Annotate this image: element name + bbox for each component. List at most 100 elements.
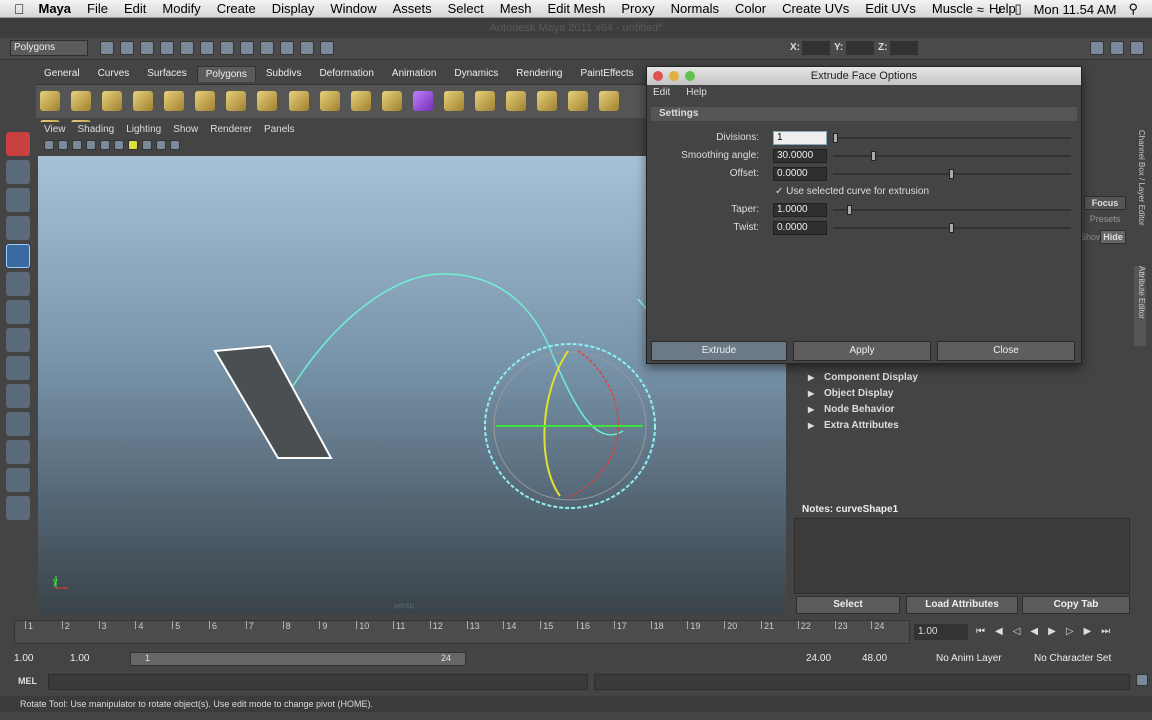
shelf-tab-subdivs[interactable]: Subdivs: [258, 66, 310, 82]
wifi-icon[interactable]: ≈: [977, 2, 984, 17]
command-input[interactable]: [48, 674, 588, 690]
y-field[interactable]: [846, 41, 874, 55]
anim-end-field[interactable]: 48.00: [862, 652, 912, 666]
load-attributes-button[interactable]: Load Attributes: [906, 596, 1018, 614]
poly-sphere-icon[interactable]: [40, 91, 60, 111]
show-button[interactable]: Show: [1080, 232, 1103, 244]
bookmark-icon[interactable]: [58, 140, 68, 150]
poly-pipe-icon[interactable]: [257, 91, 278, 111]
vp-menu-show[interactable]: Show: [173, 122, 198, 138]
new-scene-icon[interactable]: [100, 41, 114, 55]
toggle-sidebar-icon[interactable]: [1090, 41, 1104, 55]
shelf-tab-rendering[interactable]: Rendering: [508, 66, 570, 82]
presets-button[interactable]: Presets: [1084, 214, 1126, 226]
vp-menu-renderer[interactable]: Renderer: [210, 122, 252, 138]
menu-normals[interactable]: Normals: [671, 1, 719, 16]
rotate-tool-icon[interactable]: [6, 244, 30, 268]
slider-thumb[interactable]: [833, 133, 838, 143]
rotate-x-ring[interactable]: [567, 350, 620, 499]
render-icon[interactable]: [300, 41, 314, 55]
isolate-icon[interactable]: [156, 140, 166, 150]
menu-mesh[interactable]: Mesh: [500, 1, 532, 16]
twist-field[interactable]: 0.0000: [773, 221, 827, 235]
anim-layer-dropdown[interactable]: No Anim Layer: [936, 652, 1026, 666]
zoom-light-icon[interactable]: [685, 71, 695, 81]
step-back-key-icon[interactable]: ◀: [995, 626, 1003, 637]
poly-cone-icon[interactable]: [133, 91, 154, 111]
offset-field[interactable]: 0.0000: [773, 167, 827, 181]
section-component-display[interactable]: ▶ Component Display: [806, 370, 1124, 386]
taper-field[interactable]: 1.0000: [773, 203, 827, 217]
manipulator-icon[interactable]: [6, 300, 30, 324]
textured-icon[interactable]: [114, 140, 124, 150]
dialog-titlebar[interactable]: Extrude Face Options: [647, 67, 1081, 85]
time-slider[interactable]: 1 2 3 4 5 6 7 8 9 10 11 12 13 14 15 16 17 18 19 20 21 22 23 24: [14, 620, 910, 644]
dialog-menu-edit[interactable]: Edit: [653, 85, 670, 101]
layout-four-icon[interactable]: [6, 384, 30, 408]
extrude-icon[interactable]: [443, 91, 464, 111]
snap-curve-icon[interactable]: [240, 41, 254, 55]
plane-face[interactable]: [213, 344, 333, 459]
go-start-icon[interactable]: ⏮: [976, 626, 985, 637]
merge-icon[interactable]: [599, 91, 620, 111]
attribute-editor-icon[interactable]: [1130, 41, 1144, 55]
section-object-display[interactable]: ▶ Object Display: [806, 386, 1124, 402]
shelf-tab-deformation[interactable]: Deformation: [311, 66, 381, 82]
shelf-tab-general[interactable]: General: [36, 66, 88, 82]
layout-single-icon[interactable]: [6, 356, 30, 380]
step-forward-key-icon[interactable]: ▶: [1084, 626, 1092, 637]
hide-button[interactable]: Hide: [1100, 230, 1126, 244]
last-tool-icon[interactable]: [6, 328, 30, 352]
divisions-slider[interactable]: [833, 133, 1071, 143]
close-light-icon[interactable]: [653, 71, 663, 81]
range-slider[interactable]: 1 24: [130, 652, 466, 666]
lasso-tool-icon[interactable]: [6, 160, 30, 184]
smooth-icon[interactable]: [412, 91, 433, 111]
channel-box-tab[interactable]: Channel Box / Layer Editor: [1134, 130, 1146, 260]
extrude-button[interactable]: Extrude: [651, 341, 787, 361]
shadows-icon[interactable]: [142, 140, 152, 150]
volume-icon[interactable]: ♪: [996, 2, 1003, 17]
menu-window[interactable]: Window: [330, 1, 376, 16]
lights-icon[interactable]: [128, 140, 138, 150]
select-button[interactable]: Select: [796, 596, 900, 614]
grid-icon[interactable]: [72, 140, 82, 150]
shelf-tab-curves[interactable]: Curves: [90, 66, 138, 82]
select-component-icon[interactable]: [200, 41, 214, 55]
script-editor-icon[interactable]: [1136, 674, 1148, 686]
x-field[interactable]: [802, 41, 830, 55]
copy-tab-button[interactable]: Copy Tab: [1022, 596, 1130, 614]
menu-create-uvs[interactable]: Create UVs: [782, 1, 849, 16]
menu-file[interactable]: File: [87, 1, 108, 16]
select-tool-icon[interactable]: [6, 132, 30, 156]
go-end-icon[interactable]: ⏭: [1101, 626, 1110, 637]
snap-point-icon[interactable]: [260, 41, 274, 55]
xray-icon[interactable]: [170, 140, 180, 150]
clock[interactable]: Mon 11.54 AM: [1034, 2, 1117, 17]
poly-torus-icon[interactable]: [195, 91, 216, 111]
wireframe-icon[interactable]: [86, 140, 96, 150]
menu-edit[interactable]: Edit: [124, 1, 146, 16]
ipr-icon[interactable]: [320, 41, 334, 55]
scale-tool-icon[interactable]: [6, 272, 30, 296]
snap-grid-icon[interactable]: [220, 41, 234, 55]
slider-thumb[interactable]: [871, 151, 876, 161]
select-object-icon[interactable]: [180, 41, 194, 55]
poly-helix-icon[interactable]: [288, 91, 309, 111]
settings-header[interactable]: Settings: [651, 107, 1077, 121]
shelf-tab-animation[interactable]: Animation: [384, 66, 444, 82]
smoothing-field[interactable]: 30.0000: [773, 149, 827, 163]
smooth-shade-icon[interactable]: [100, 140, 110, 150]
mirror-icon[interactable]: [381, 91, 402, 111]
focus-button[interactable]: Focus: [1084, 196, 1126, 210]
battery-icon[interactable]: ▯: [1014, 1, 1021, 17]
spotlight-icon[interactable]: ⚲: [1128, 1, 1138, 17]
apple-icon[interactable]: : [14, 1, 25, 17]
camera-icon[interactable]: [44, 140, 54, 150]
history-icon[interactable]: [280, 41, 294, 55]
poly-cube-icon[interactable]: [71, 91, 92, 111]
mode-selector[interactable]: Polygons: [10, 40, 88, 56]
extrusion-curve[interactable]: [292, 273, 624, 436]
twist-slider[interactable]: [833, 223, 1071, 233]
layout-graph-icon[interactable]: [6, 468, 30, 492]
